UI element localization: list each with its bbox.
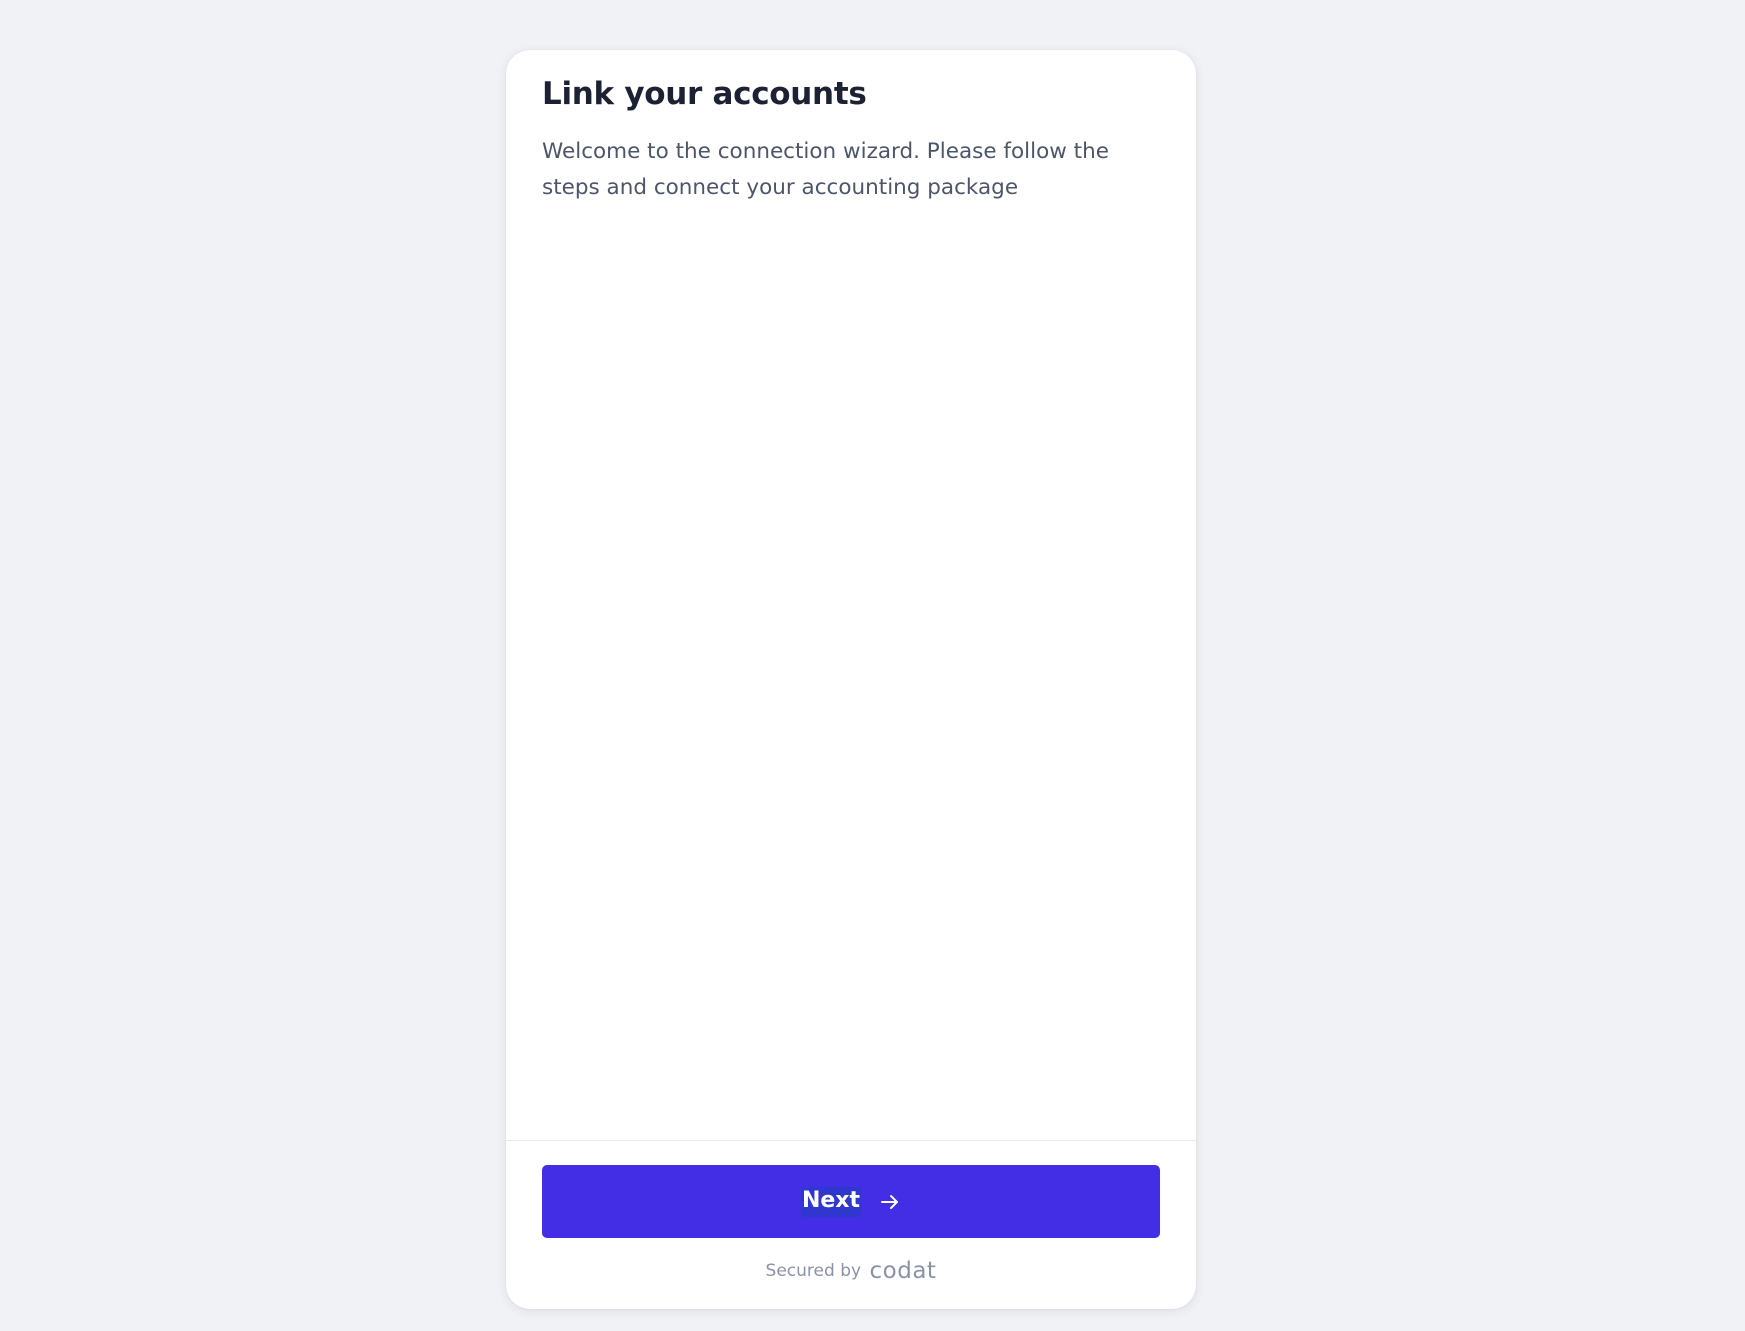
secured-by-text: Secured by [765, 1261, 862, 1281]
next-button-label: Next [800, 1186, 862, 1217]
arrow-right-icon [879, 1191, 901, 1213]
secured-by-footer: Secured by codat [506, 1258, 1196, 1284]
connection-wizard-card: Link your accounts Welcome to the connec… [506, 50, 1196, 1309]
page-subtitle: Welcome to the connection wizard. Please… [542, 139, 1109, 200]
page-title: Link your accounts [542, 76, 867, 112]
codat-logo: codat [869, 1258, 937, 1284]
footer-divider [506, 1140, 1196, 1141]
next-button[interactable]: Next [542, 1165, 1160, 1238]
